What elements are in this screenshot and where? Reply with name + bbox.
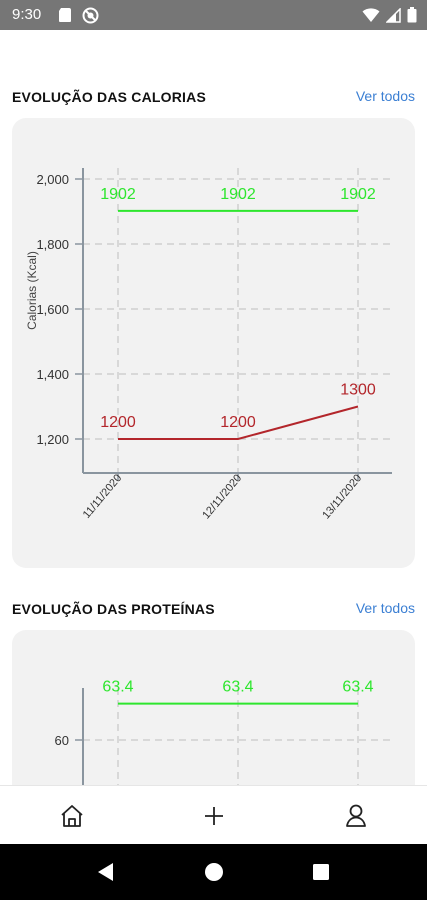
data-label: 63.4 [222,679,253,696]
x-tick-label: 12/11/2020 [200,472,244,521]
wifi-icon [362,7,380,22]
y-tick-label: 60 [55,733,69,748]
data-label: 1200 [100,414,136,431]
back-triangle-icon [98,863,113,881]
calories-section-header: EVOLUÇÃO DAS CALORIAS Ver todos [12,87,415,109]
nav-add-button[interactable] [198,800,230,832]
y-tick-label: 1,200 [36,432,69,447]
status-time: 9:30 [12,6,42,23]
android-nav-bar [0,844,427,900]
android-back-button[interactable] [94,860,118,884]
add-icon [205,807,223,825]
calories-chart: 1,200 1,400 1,600 1,800 2,000 11/11/2020 12/11… [25,168,392,521]
y-tick-label: 1,600 [36,302,69,317]
do-not-disturb-icon [82,7,99,24]
y-axis-label: Calorias (Kcal) [25,251,39,330]
android-home-button[interactable] [202,860,226,884]
signal-icon [386,7,401,23]
data-label: 63.4 [342,679,373,696]
android-recents-button[interactable] [309,860,333,884]
nav-profile-button[interactable] [340,800,372,832]
y-tick-label: 2,000 [36,172,69,187]
battery-icon [407,7,417,23]
proteins-section-title: EVOLUÇÃO DAS PROTEÍNAS [12,601,215,617]
profile-icon [346,804,366,827]
data-label: 1300 [340,382,376,399]
calories-section-title: EVOLUÇÃO DAS CALORIAS [12,89,206,105]
proteins-chart: 60 63.4 63.4 63.4 [55,679,392,790]
data-label: 1902 [340,186,376,203]
proteins-chart-card: 60 63.4 63.4 63.4 [12,630,415,790]
proteins-see-all-link[interactable]: Ver todos [356,600,415,616]
data-label: 63.4 [102,679,133,696]
home-icon [61,805,83,827]
x-tick-label: 13/11/2020 [320,472,364,521]
data-label: 1902 [100,186,136,203]
recents-square-icon [313,864,329,880]
calories-chart-card: 1,200 1,400 1,600 1,800 2,000 11/11/2020 12/11… [12,118,415,568]
sd-card-icon [59,8,71,22]
data-label: 1200 [220,414,256,431]
home-circle-icon [205,863,223,881]
x-tick-label: 11/11/2020 [81,472,125,521]
bottom-nav [0,785,427,844]
data-label: 1902 [220,186,256,203]
nav-home-button[interactable] [56,800,88,832]
calories-see-all-link[interactable]: Ver todos [356,88,415,104]
status-bar: 9:30 [0,0,427,30]
y-tick-label: 1,800 [36,237,69,252]
y-tick-label: 1,400 [36,367,69,382]
proteins-section-header: EVOLUÇÃO DAS PROTEÍNAS Ver todos [12,599,415,621]
